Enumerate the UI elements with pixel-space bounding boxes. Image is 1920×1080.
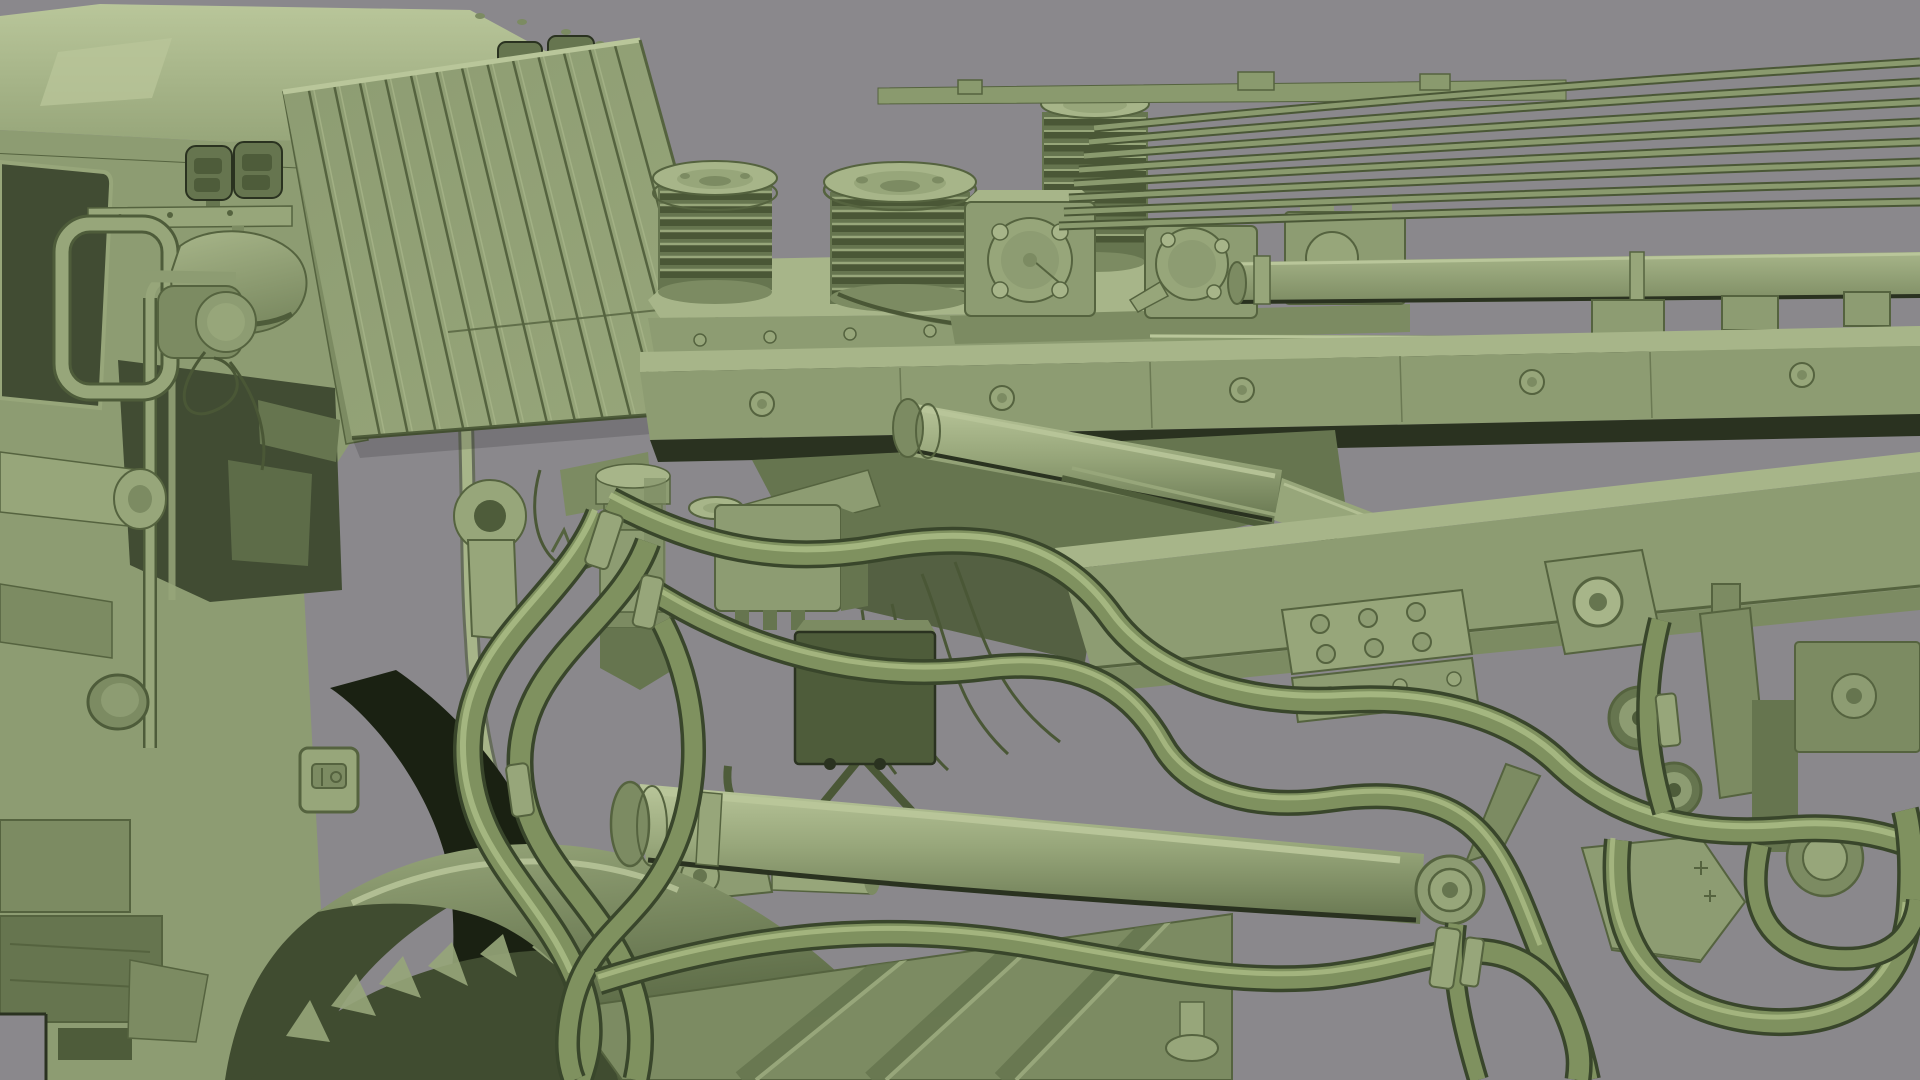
viewport-3d[interactable] <box>0 0 1920 1080</box>
electrical-box <box>795 620 935 770</box>
cab-seat <box>228 460 312 566</box>
door-latch <box>300 748 358 812</box>
fuel-cap <box>88 675 148 729</box>
background-gap <box>0 1014 46 1080</box>
cable-spool-a <box>653 161 777 304</box>
render-canvas <box>0 0 1920 1080</box>
cable-spool-b <box>824 162 976 312</box>
support-foot <box>1166 1035 1218 1061</box>
